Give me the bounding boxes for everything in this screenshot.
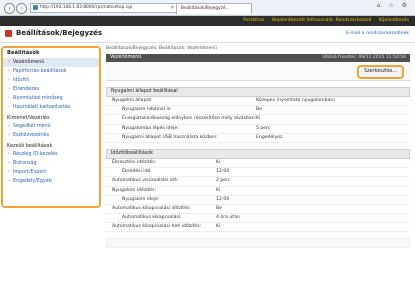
setting-value: Be bbox=[256, 107, 262, 113]
url-text: http://192.168.1.83:8000/rps/nativetop.c… bbox=[40, 5, 132, 10]
sleep-settings-section: Nyugalmi állapot beállításai Nyugalmi ál… bbox=[106, 87, 410, 143]
browser-tab[interactable]: Beállítások/Bejegyzé... bbox=[176, 3, 252, 14]
logged-in-user: Bejelentkezett felhasználó: Rendszerkeze… bbox=[271, 18, 372, 23]
sidebar-item-timer[interactable]: Időzítő bbox=[3, 76, 99, 85]
sidebar-item-helper-menu[interactable]: Segédkét menü bbox=[3, 122, 99, 131]
page-header: Beállítások/Bejegyzés E-mail a rendszerk… bbox=[0, 26, 415, 43]
setting-row: Nyugalomba lépés ideje: 5 perc bbox=[106, 125, 410, 134]
setting-label: Nyugalomba lépés ideje: bbox=[122, 125, 179, 131]
setting-row: Automatikus kikapcsolási időzítés: Be bbox=[106, 205, 410, 215]
setting-label: Energiatakarékosság előnyben részesítése… bbox=[122, 116, 257, 122]
setting-row: Energiatakarékosság előnyben részesítése… bbox=[106, 115, 410, 125]
setting-label: Nyugalom hibáinál is: bbox=[122, 107, 172, 113]
setting-row: Nyugalmi állapot USB használata közben: E… bbox=[106, 134, 410, 143]
sidebar: Beállítások Vezérlőmenü Papírforrás-beál… bbox=[1, 46, 101, 208]
setting-row: Automatikus visszaállási idő: 2 perc bbox=[106, 177, 410, 187]
portal-link[interactable]: Portálhoz bbox=[243, 18, 264, 23]
next-section-faded bbox=[106, 238, 410, 249]
setting-label: Automatikus kikapcsolási: bbox=[122, 215, 182, 221]
sidebar-item-print-quality[interactable]: Nyomtatási minőség bbox=[3, 94, 99, 103]
setting-label: Ébredési idő: bbox=[122, 169, 152, 175]
logout-link[interactable]: Kijelentkezés bbox=[379, 18, 409, 23]
forward-icon[interactable]: › bbox=[16, 3, 27, 14]
sidebar-section-admin: Kezelői beállítások bbox=[7, 143, 53, 149]
setting-row: Ébredési idő: 12:00 bbox=[106, 168, 410, 178]
email-admin-link[interactable]: E-mail a rendszerkezelőnek bbox=[346, 31, 409, 36]
browser-toolbar: ‹ › http://192.168.1.83:8000/rps/nativet… bbox=[0, 0, 415, 16]
setting-label: Automatikus kikapcsolási heti időzítés: bbox=[112, 224, 202, 230]
setting-value: 5 perc bbox=[256, 125, 271, 131]
setting-value: Engedélyez bbox=[256, 134, 283, 140]
setting-value: Ki bbox=[256, 116, 261, 122]
setting-value: 2 perc bbox=[216, 178, 231, 184]
sidebar-item-license-other[interactable]: Engedély/Egyéb bbox=[3, 177, 99, 186]
edit-button[interactable]: Szerkesztés... bbox=[357, 65, 404, 79]
setting-value: 4 óra után bbox=[216, 215, 240, 221]
setting-row: Nyugalmi állapot: Közepes (nyomtató nyuga… bbox=[106, 97, 410, 107]
setting-value: Ki bbox=[216, 187, 221, 193]
setting-label: Automatikus kikapcsolási időzítés: bbox=[112, 205, 191, 211]
sidebar-item-control-menu[interactable]: Vezérlőmenü bbox=[3, 58, 99, 67]
panel-header: Vezérlőmenü Utolsó frissítés: 09/11 2015… bbox=[106, 54, 410, 62]
section-title: Időzítőbeállítások bbox=[106, 148, 410, 159]
sidebar-item-layout[interactable]: Elrendezés bbox=[3, 85, 99, 94]
setting-value: 12:00 bbox=[216, 169, 230, 175]
page-title: Beállítások/Bejegyzés bbox=[16, 29, 103, 37]
browser-icons[interactable]: ⌂ ☆ ⚙ bbox=[377, 2, 410, 9]
sidebar-item-dept-id[interactable]: Részleg ID-kezelés bbox=[3, 150, 99, 159]
sidebar-item-device-control[interactable]: Eszközvezérlés bbox=[3, 131, 99, 140]
setting-row: Automatikus kikapcsolási heti időzítés: K… bbox=[106, 223, 410, 233]
back-icon[interactable]: ‹ bbox=[4, 3, 15, 14]
action-row: Szerkesztés... bbox=[106, 62, 410, 81]
page-icon bbox=[33, 5, 38, 10]
setting-label: Nyugalom időzítés: bbox=[112, 187, 157, 193]
main-content: Beállítások/Bejegyzés: Beállítások: Vezé… bbox=[106, 46, 410, 249]
setting-value: 12:00 bbox=[216, 196, 230, 202]
sidebar-item-paper-source[interactable]: Papírforrás-beállítások bbox=[3, 67, 99, 76]
sidebar-item-maintenance[interactable]: Használati karbantartás bbox=[3, 103, 99, 112]
setting-value: Közepes (nyomtató nyugalomban) bbox=[256, 98, 336, 103]
sidebar-item-security[interactable]: Biztonság bbox=[3, 159, 99, 168]
setting-value: Be bbox=[216, 205, 222, 211]
top-link-bar: Portálhoz Bejelentkezett felhasználó: Re… bbox=[0, 16, 415, 26]
setting-label: Nyugalmi állapot: bbox=[112, 98, 153, 103]
timer-settings-section: Időzítőbeállítások Ébresztési időzítés: K… bbox=[106, 148, 410, 233]
section-title bbox=[106, 238, 410, 249]
setting-row: Nyugalom hibáinál is: Be bbox=[106, 106, 410, 116]
setting-label: Automatikus visszaállási idő: bbox=[112, 178, 179, 184]
sidebar-heading: Beállítások bbox=[7, 50, 40, 56]
setting-label: Nyugalmi állapot USB használata közben: bbox=[122, 134, 218, 140]
settings-icon bbox=[5, 30, 12, 37]
breadcrumb: Beállítások/Bejegyzés: Beállítások: Vezé… bbox=[106, 46, 218, 51]
setting-row: Automatikus kikapcsolási: 4 óra után bbox=[106, 214, 410, 224]
panel-title: Vezérlőmenü bbox=[110, 55, 142, 60]
setting-value: Ki bbox=[216, 224, 221, 230]
setting-value: Ki bbox=[216, 159, 221, 165]
setting-label: Ébresztési időzítés: bbox=[112, 159, 157, 165]
setting-row: Nyugalom ideje: 12:00 bbox=[106, 196, 410, 205]
address-bar[interactable]: http://192.168.1.83:8000/rps/nativetop.c… bbox=[30, 3, 181, 13]
section-title: Nyugalmi állapot beállításai bbox=[106, 87, 410, 97]
sidebar-item-import-export[interactable]: Import/Export bbox=[3, 168, 99, 177]
sidebar-section-output: Kimenet/Vezérlés bbox=[7, 115, 50, 121]
setting-row: Ébresztési időzítés: Ki bbox=[106, 159, 410, 169]
setting-row: Nyugalom időzítés: Ki bbox=[106, 187, 410, 196]
setting-label: Nyugalom ideje: bbox=[122, 196, 160, 202]
last-updated: Utolsó frissítés: 09/11 2015 11:50:50 bbox=[322, 55, 406, 60]
